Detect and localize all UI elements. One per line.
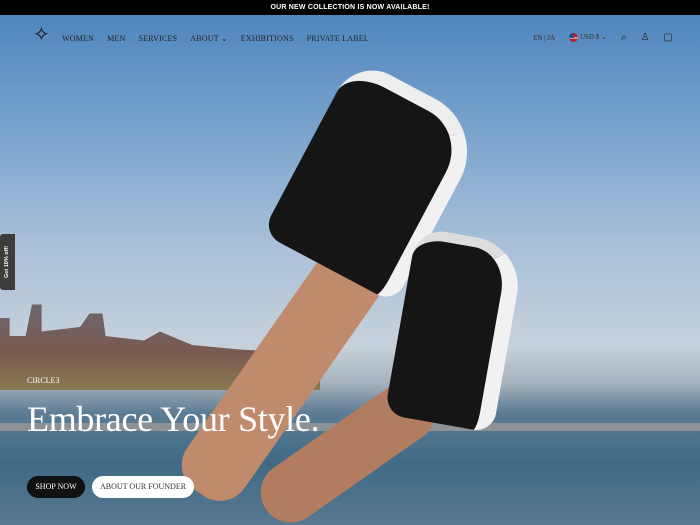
cart-icon[interactable]: ▢ <box>664 32 673 43</box>
search-icon[interactable]: ⌕ <box>621 32 627 43</box>
hero-headline: Embrace Your Style. <box>27 399 320 439</box>
about-founder-button[interactable]: ABOUT OUR FOUNDER <box>92 476 194 498</box>
discount-tab[interactable]: Get 10% off! <box>0 234 15 290</box>
nav-men[interactable]: MEN <box>107 34 125 43</box>
us-flag-icon <box>569 33 579 42</box>
chevron-down-icon: ⌄ <box>601 33 607 42</box>
language-switcher[interactable]: EN | JA <box>533 34 555 42</box>
nav-about[interactable]: ABOUT ⌄ <box>190 34 228 43</box>
logo[interactable]: ✧ <box>33 22 50 47</box>
nav-exhibitions[interactable]: EXHIBITIONS <box>241 34 294 43</box>
account-icon[interactable]: ♙ <box>641 32 650 43</box>
nav-services[interactable]: SERVICES <box>139 34 178 43</box>
nav-private-label[interactable]: PRIVATE LABEL <box>307 34 369 43</box>
currency-selector[interactable]: USD $ ⌄ <box>569 33 607 42</box>
nav-women[interactable]: WOMEN <box>62 34 94 43</box>
brand-label: CIRCLE3 <box>27 376 60 385</box>
main-nav: WOMEN MEN SERVICES ABOUT ⌄ EXHIBITIONS P… <box>62 34 369 43</box>
nav-about-label: ABOUT <box>190 34 219 43</box>
currency-label: USD $ <box>580 33 600 42</box>
chevron-down-icon: ⌄ <box>220 34 228 43</box>
shop-now-button[interactable]: SHOP NOW <box>27 476 85 498</box>
announcement-bar: OUR NEW COLLECTION IS NOW AVAILABLE! <box>0 0 700 15</box>
hero-image <box>0 15 700 525</box>
header-actions: EN | JA USD $ ⌄ ⌕ ♙ ▢ <box>533 32 673 43</box>
